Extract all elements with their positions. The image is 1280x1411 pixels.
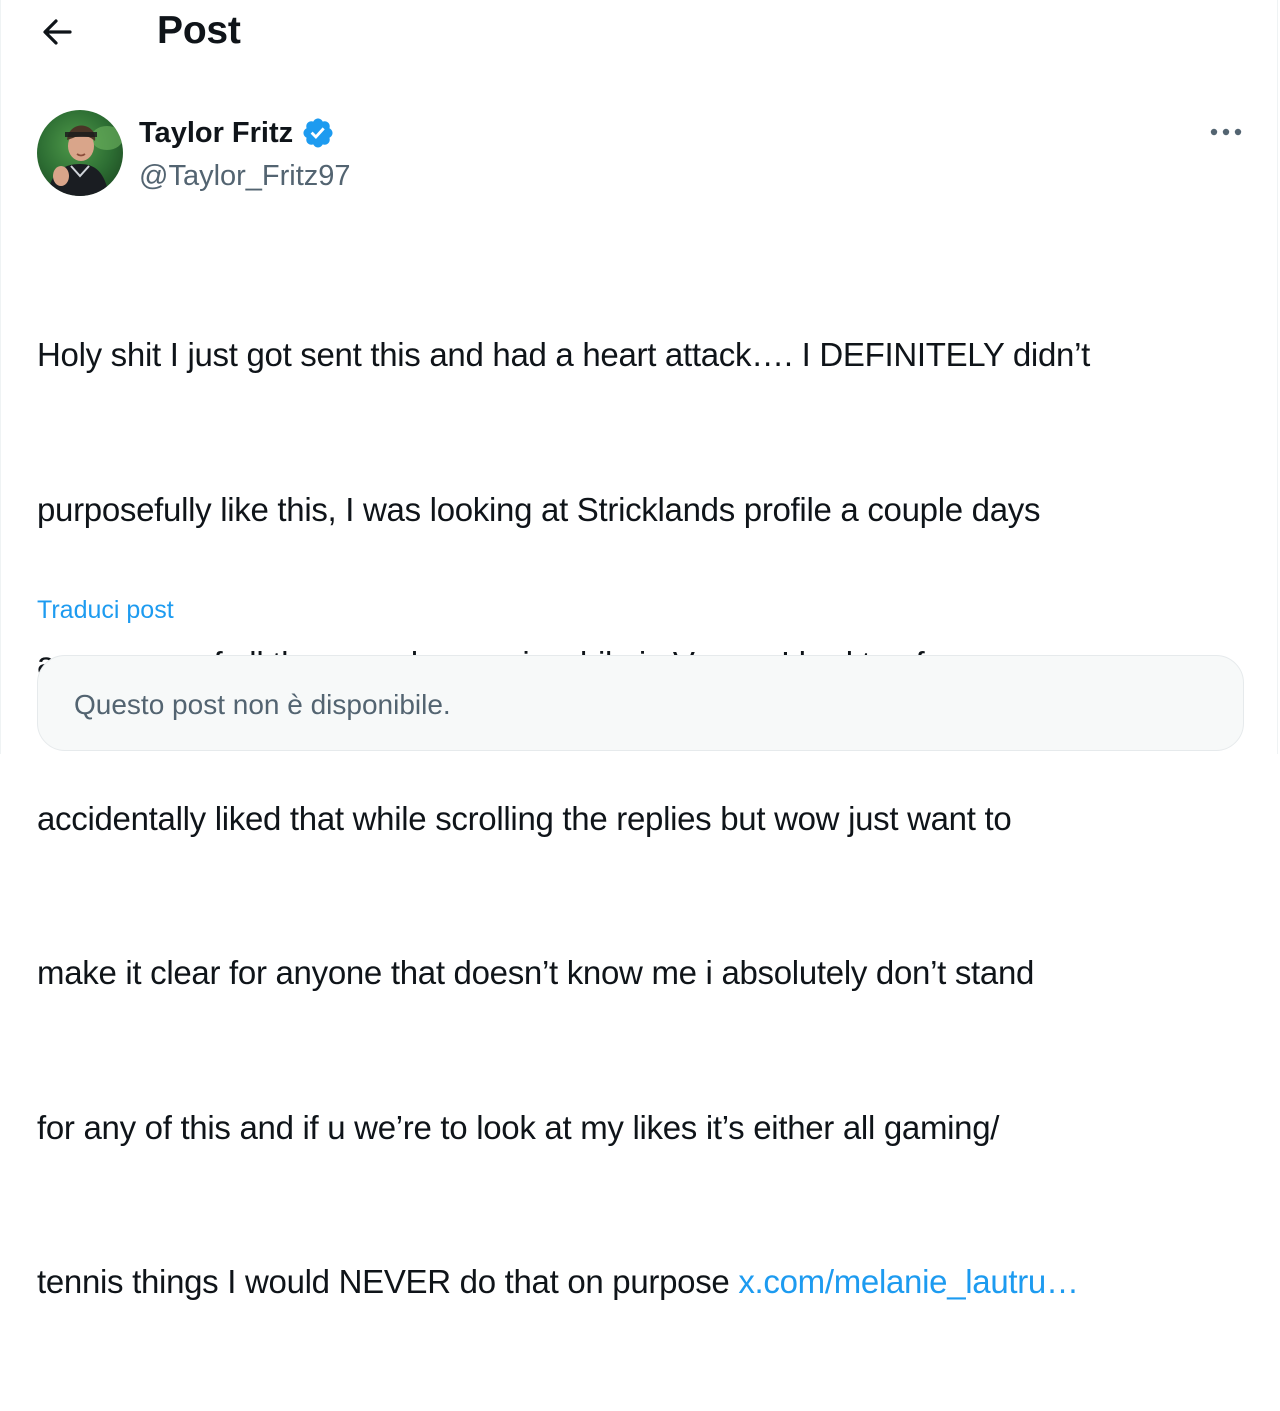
unavailable-message: Questo post non è disponibile. [74,689,451,720]
author-info: Taylor Fritz @Taylor_Fritz97 [139,112,351,196]
post-text-line: make it clear for anyone that doesn’t kn… [37,954,1035,991]
page-title: Post [157,9,241,52]
verified-badge-icon[interactable] [301,116,335,150]
post-header: Post [1,0,1277,62]
post-text-line: accidentally liked that while scrolling … [37,799,1012,837]
post-link[interactable]: x.com/melanie_lautru… [738,1263,1079,1300]
translate-post-link[interactable]: Traduci post [37,592,174,628]
avatar[interactable] [37,110,123,196]
post-detail-view: Post Taylor Fritz @Taylor_Fritz97 Holy s… [0,0,1278,1300]
more-horizontal-icon [1210,128,1242,136]
post-text-line: Holy shit I just got sent this and had a… [37,336,1090,373]
post-text-line: for any of this and if u we’re to look a… [37,1108,1000,1146]
author-handle[interactable]: @Taylor_Fritz97 [139,156,351,196]
author-name[interactable]: Taylor Fritz [139,112,293,154]
quoted-post-unavailable[interactable]: Questo post non è disponibile. [37,655,1244,751]
post-text-line: purposefully like this, I was looking at… [37,490,1041,528]
post-text-last-line: tennis things I would NEVER do that on p… [37,1256,1257,1308]
arrow-left-icon [43,19,72,45]
author-name-row: Taylor Fritz [139,112,351,154]
back-button[interactable] [31,6,83,58]
more-options-button[interactable] [1199,112,1253,152]
post-text: Holy shit I just got sent this and had a… [37,226,1257,1411]
post-text-line: tennis things I would NEVER do that on p… [37,1263,739,1300]
avatar-image [37,110,123,196]
